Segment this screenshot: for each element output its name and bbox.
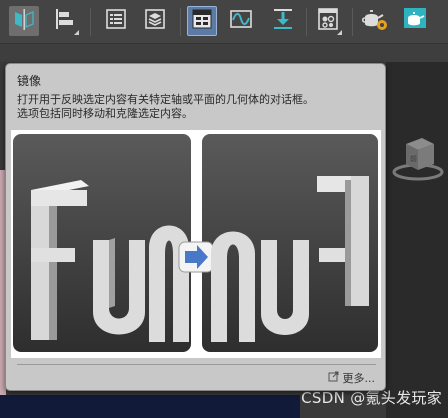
mirror-tooltip: 镜像 打开用于反映选定内容有关特定轴或平面的几何体的对话框。 选项包括同时移动和…: [5, 63, 386, 391]
toolbar-separator: [180, 8, 181, 36]
svg-text:前: 前: [410, 154, 417, 163]
toolbar-separator: [306, 8, 307, 36]
main-toolbar: [0, 0, 448, 44]
tooltip-title: 镜像: [17, 74, 42, 88]
viewport-menu-strip: [0, 44, 448, 62]
arrow-right-icon: [178, 241, 214, 273]
tooltip-description-line: 选项包括同时移动和克隆选定内容。: [17, 107, 193, 120]
timeline-area: [0, 395, 300, 418]
teapot-frame-icon: [401, 6, 429, 36]
teapot-gear-icon: [361, 6, 389, 36]
layers-icon: [143, 7, 167, 35]
tooltip-illustration: [11, 130, 381, 358]
curve-icon: [229, 7, 253, 35]
mirror-button[interactable]: [9, 6, 39, 36]
dope-sheet-button[interactable]: [268, 6, 298, 36]
tooltip-description-line: 打开用于反映选定内容有关特定轴或平面的几何体的对话框。: [17, 93, 314, 106]
flyout-indicator: [74, 30, 79, 35]
tooltip-divider: [17, 364, 376, 365]
viewport-right-area[interactable]: [386, 62, 448, 418]
viewcube[interactable]: 前: [388, 130, 448, 190]
layer-explorer-button[interactable]: [140, 6, 170, 36]
toolbar-separator: [352, 8, 353, 36]
external-link-icon: [328, 371, 339, 385]
more-link[interactable]: 更多...: [328, 370, 376, 386]
scene-explorer-button[interactable]: [101, 6, 131, 36]
rendered-frame-button[interactable]: [400, 6, 430, 36]
material-editor-button[interactable]: [313, 6, 343, 36]
render-setup-button[interactable]: [360, 6, 390, 36]
curve-editor-button[interactable]: [226, 6, 256, 36]
flyout-indicator: [337, 30, 342, 35]
toolbar-separator: [90, 8, 91, 36]
download-icon: [271, 7, 295, 35]
mirror-icon: [12, 7, 36, 35]
more-link-label: 更多...: [342, 372, 376, 385]
align-button[interactable]: [50, 6, 80, 36]
list-icon: [104, 7, 128, 35]
ribbon-button[interactable]: [187, 6, 217, 36]
tooltip-description: 打开用于反映选定内容有关特定轴或平面的几何体的对话框。 选项包括同时移动和克隆选…: [17, 93, 377, 121]
ribbon-icon: [190, 7, 214, 35]
